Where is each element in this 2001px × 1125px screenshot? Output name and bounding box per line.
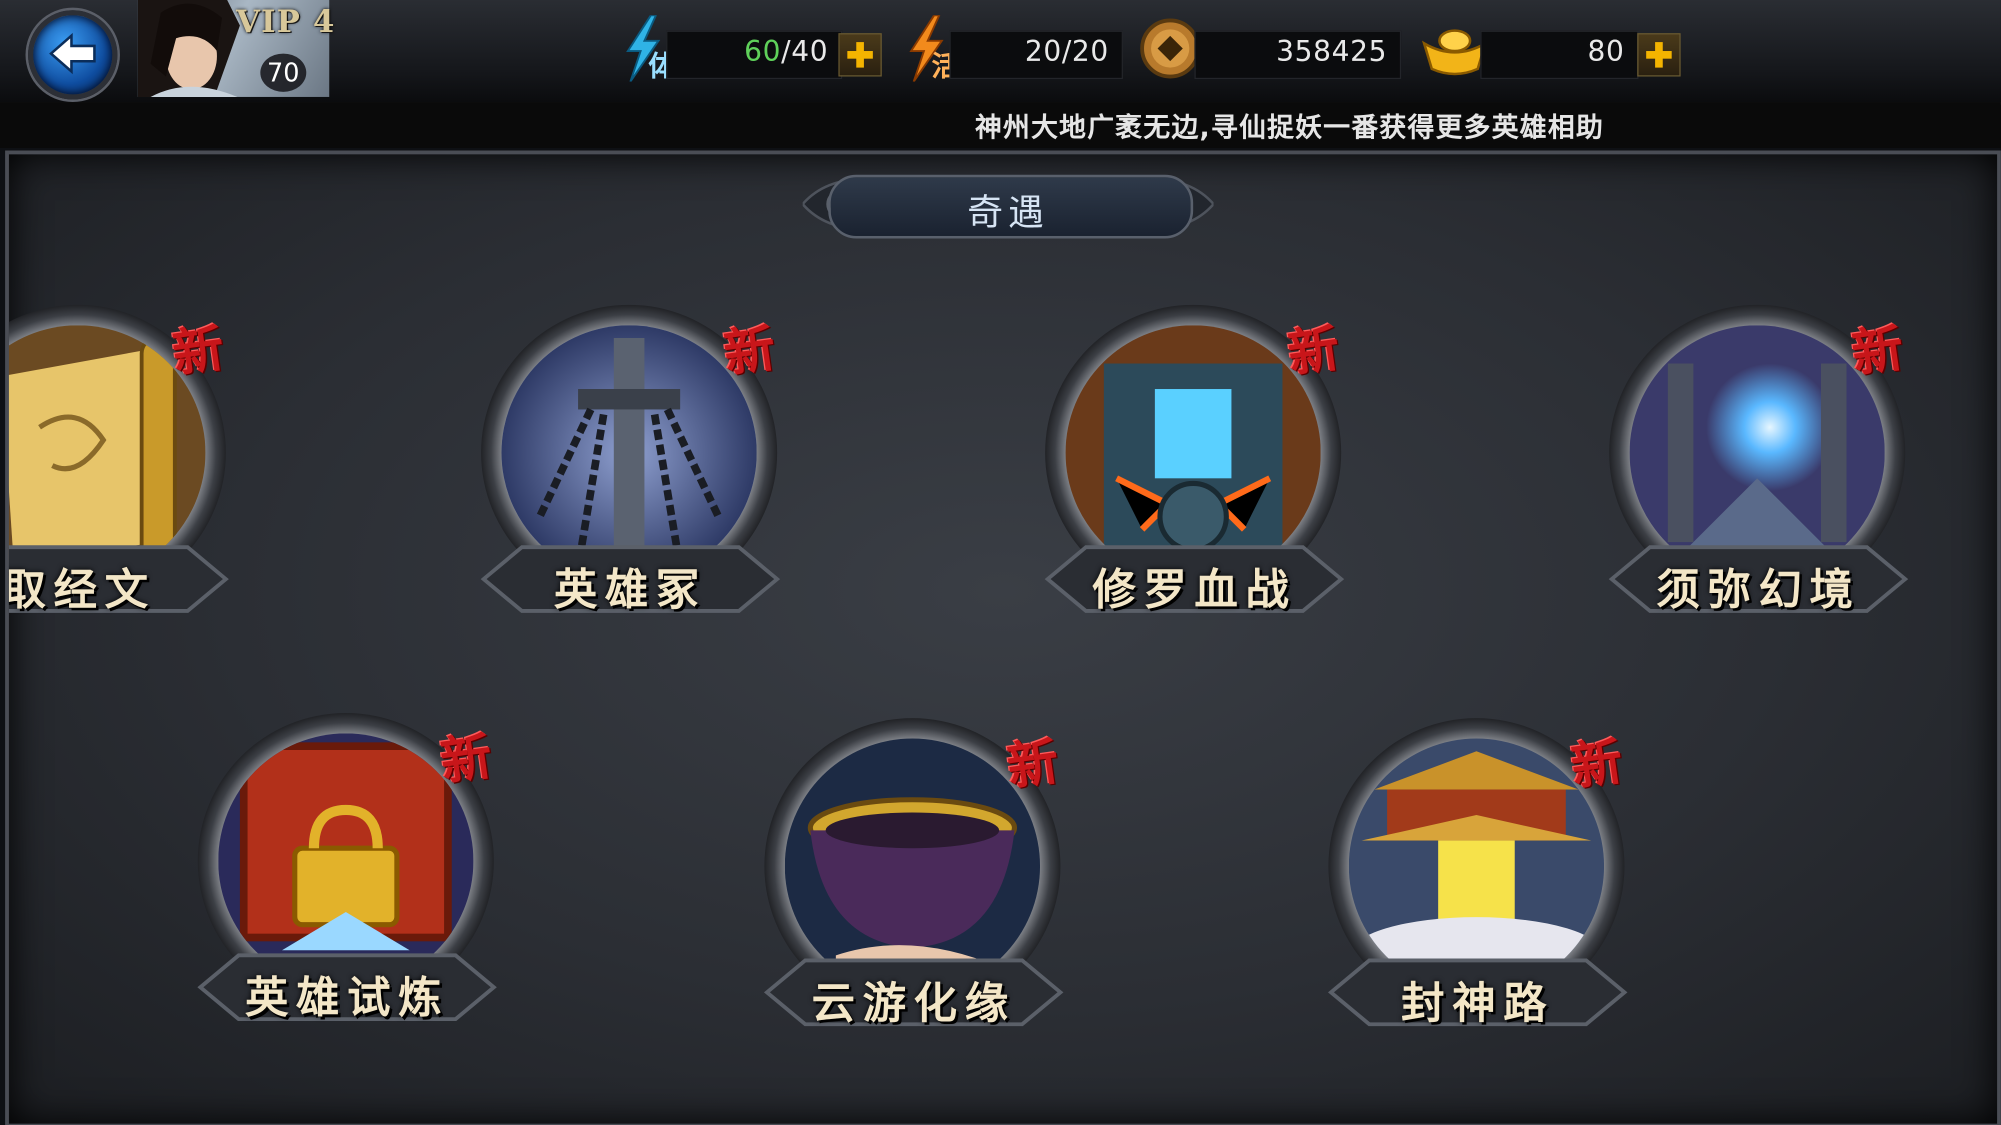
back-arrow-icon: [49, 32, 96, 75]
coin-value: 358425: [1276, 36, 1388, 69]
add-stamina-button[interactable]: [838, 33, 882, 77]
coin-counter: 358425: [1194, 30, 1402, 80]
gold-counter: 80: [1480, 30, 1639, 80]
new-badge: 新: [1284, 318, 1344, 385]
event-sutra[interactable]: 取经文 新: [5, 282, 239, 652]
event-label: 封神路: [1401, 978, 1555, 1030]
event-label: 取经文: [5, 565, 156, 617]
announcement-text: 神州大地广袤无边,寻仙捉妖一番获得更多英雄相助: [974, 112, 1605, 143]
event-asura-battle[interactable]: 修罗血战 新: [1035, 282, 1354, 652]
event-hero-trial[interactable]: 英雄试炼 新: [188, 690, 507, 1060]
event-hero-tomb[interactable]: 英雄冢 新: [471, 282, 790, 652]
event-sumeru-realm[interactable]: 须弥幻境 新: [1599, 282, 1918, 652]
vitality-value: 20/20: [1024, 36, 1109, 69]
new-badge: 新: [1848, 318, 1908, 385]
panel-title-text: 奇遇: [967, 191, 1049, 234]
new-badge: 新: [1567, 731, 1627, 798]
stamina-current: 60: [744, 36, 782, 69]
event-path-of-gods[interactable]: 封神路 新: [1318, 695, 1637, 1065]
gold-value: 80: [1587, 36, 1625, 69]
vip-label: VIP 4: [236, 2, 336, 40]
event-label: 英雄试炼: [245, 973, 450, 1025]
stamina-max: /40: [781, 36, 829, 69]
back-button[interactable]: [28, 10, 118, 100]
event-alms-wandering[interactable]: 云游化缘 新: [754, 695, 1073, 1065]
copper-coin-icon: [1140, 18, 1201, 79]
vitality-counter: 20/20: [949, 30, 1123, 80]
new-badge: 新: [720, 318, 780, 385]
player-level: 70: [260, 53, 307, 92]
announcement-marquee: 神州大地广袤无边,寻仙捉妖一番获得更多英雄相助: [0, 102, 2001, 148]
adventure-panel: 奇遇 取经文 新 英雄冢 新 修罗血战 新 须弥幻境 新 英雄试炼 新 云游化缘…: [5, 150, 2001, 1125]
top-bar: VIP 4 70 体 60/40 活 20/20 358425 80: [0, 0, 2001, 105]
stamina-counter: 60/40: [666, 30, 843, 80]
new-badge: 新: [1003, 731, 1063, 798]
event-label: 云游化缘: [811, 978, 1016, 1030]
panel-title: 奇遇: [802, 167, 1214, 241]
event-label: 修罗血战: [1092, 565, 1297, 617]
new-badge: 新: [168, 318, 228, 385]
add-gold-button[interactable]: [1637, 33, 1681, 77]
event-label: 须弥幻境: [1656, 565, 1861, 617]
gold-ingot-icon: [1421, 29, 1488, 76]
new-badge: 新: [436, 726, 496, 793]
event-label: 英雄冢: [553, 565, 707, 617]
